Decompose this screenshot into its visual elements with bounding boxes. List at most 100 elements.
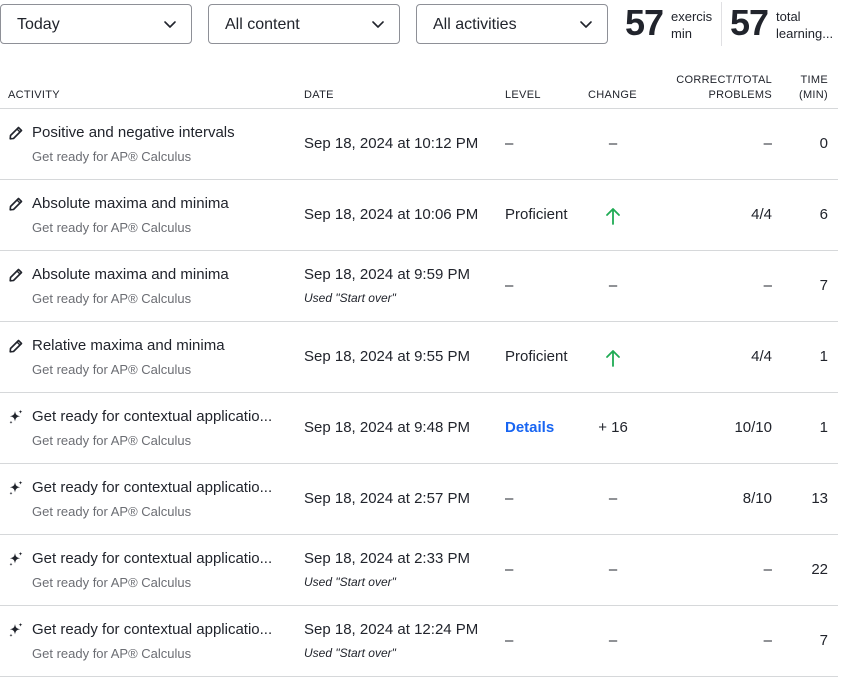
chevron-down-icon <box>580 21 592 28</box>
activity-course: Get ready for AP® Calculus <box>32 433 192 448</box>
time-minutes-value: 13 <box>811 490 828 507</box>
correct-total-value: 10/10 <box>734 419 772 436</box>
exercise-label-line2: min <box>671 26 692 41</box>
activity-change: – <box>608 135 618 152</box>
activity-level: – <box>505 277 514 294</box>
activity-title-link[interactable]: Get ready for contextual applicatio... <box>32 621 272 638</box>
pencil-icon <box>8 338 24 354</box>
activity-course: Get ready for AP® Calculus <box>32 149 192 164</box>
activity-date: Sep 18, 2024 at 2:57 PM <box>304 490 470 507</box>
correct-total-value: 4/4 <box>751 206 772 223</box>
time-minutes-value: 1 <box>819 348 828 365</box>
sparkle-icon <box>8 551 24 567</box>
table-row[interactable]: Positive and negative intervals Get ready… <box>0 109 838 180</box>
correct-total-value: 4/4 <box>751 348 772 365</box>
table-row[interactable]: Relative maxima and minima Get ready for … <box>0 322 838 393</box>
time-minutes-value: 7 <box>819 277 828 294</box>
table-row[interactable]: Get ready for contextual applicatio... Ge… <box>0 535 838 606</box>
start-over-note: Used "Start over" <box>304 575 396 589</box>
activity-title-link[interactable]: Get ready for contextual applicatio... <box>32 408 272 425</box>
chevron-down-icon <box>372 21 384 28</box>
activity-date: Sep 18, 2024 at 10:12 PM <box>304 135 479 152</box>
stat-divider <box>721 2 722 46</box>
activity-date: Sep 18, 2024 at 2:33 PM <box>304 550 470 567</box>
activity-level: Proficient <box>505 206 568 223</box>
activity-course: Get ready for AP® Calculus <box>32 646 192 661</box>
header-correct-total: CORRECT/TOTAL PROBLEMS <box>676 73 772 103</box>
activity-level: – <box>505 135 514 152</box>
table-row[interactable]: Get ready for contextual applicatio... Ge… <box>0 393 838 464</box>
activity-course: Get ready for AP® Calculus <box>32 504 192 519</box>
header-level: LEVEL <box>505 89 541 101</box>
correct-total-value: – <box>763 135 772 152</box>
activity-change: + 16 <box>598 419 628 436</box>
activity-table-body: Positive and negative intervals Get ready… <box>0 109 838 677</box>
time-minutes-value: 7 <box>819 632 828 649</box>
pencil-icon <box>8 125 24 141</box>
correct-total-value: – <box>763 632 772 649</box>
chevron-down-icon <box>164 21 176 28</box>
activity-date: Sep 18, 2024 at 9:55 PM <box>304 348 470 365</box>
activity-title-link[interactable]: Get ready for contextual applicatio... <box>32 550 272 567</box>
activity-filter-value: All activities <box>433 16 517 33</box>
activity-course: Get ready for AP® Calculus <box>32 291 192 306</box>
activity-title-link[interactable]: Relative maxima and minima <box>32 337 225 354</box>
activity-title-link[interactable]: Positive and negative intervals <box>32 124 235 141</box>
exercise-label-line1: exercis <box>671 9 713 24</box>
correct-total-value: 8/10 <box>742 490 772 507</box>
activity-date: Sep 18, 2024 at 10:06 PM <box>304 206 479 223</box>
time-minutes-value: 1 <box>819 419 828 436</box>
activity-course: Get ready for AP® Calculus <box>32 220 192 235</box>
time-minutes-value: 6 <box>819 206 828 223</box>
correct-total-value: – <box>763 277 772 294</box>
pencil-icon <box>8 267 24 283</box>
header-time-line1: TIME <box>800 74 828 86</box>
time-minutes-value: 22 <box>811 561 828 578</box>
activity-title-link[interactable]: Absolute maxima and minima <box>32 195 229 212</box>
content-filter-dropdown[interactable]: All content <box>208 4 400 44</box>
correct-total-value: – <box>763 561 772 578</box>
header-time-line2: (MIN) <box>799 89 828 101</box>
activity-level: – <box>505 490 514 507</box>
table-row[interactable]: Get ready for contextual applicatio... Ge… <box>0 464 838 535</box>
header-date: DATE <box>304 89 334 101</box>
exercise-minutes-label: exercis min <box>671 8 733 42</box>
details-link[interactable]: Details <box>505 419 554 436</box>
date-range-dropdown[interactable]: Today <box>0 4 192 44</box>
header-change: CHANGE <box>588 89 637 101</box>
activity-level: – <box>505 632 514 649</box>
table-row[interactable]: Get ready for contextual applicatio... Ge… <box>0 606 838 677</box>
pencil-icon <box>8 196 24 212</box>
activity-change: – <box>608 277 618 294</box>
table-row[interactable]: Absolute maxima and minima Get ready for … <box>0 180 838 251</box>
total-label-line2: learning... <box>776 26 834 41</box>
sparkle-icon <box>8 480 24 496</box>
total-learning-label: total learning... <box>776 8 838 42</box>
activity-course: Get ready for AP® Calculus <box>32 575 192 590</box>
activity-title-link[interactable]: Get ready for contextual applicatio... <box>32 479 272 496</box>
activity-change: – <box>608 561 618 578</box>
header-correct-line2: PROBLEMS <box>708 89 772 101</box>
table-header: ACTIVITY DATE LEVEL CHANGE CORRECT/TOTAL… <box>0 70 838 109</box>
activity-date: Sep 18, 2024 at 9:48 PM <box>304 419 470 436</box>
arrow-up-icon <box>604 206 622 226</box>
time-minutes-value: 0 <box>819 135 828 152</box>
total-label-line1: total <box>776 9 801 24</box>
sparkle-icon <box>8 409 24 425</box>
exercise-minutes-value: 57 <box>625 2 664 43</box>
activity-title-link[interactable]: Absolute maxima and minima <box>32 266 229 283</box>
table-row[interactable]: Absolute maxima and minima Get ready for … <box>0 251 838 322</box>
date-range-value: Today <box>17 16 60 33</box>
start-over-note: Used "Start over" <box>304 646 396 660</box>
activity-change: – <box>608 490 618 507</box>
header-activity: ACTIVITY <box>8 89 60 101</box>
arrow-up-icon <box>604 348 622 368</box>
filter-bar: Today All content All activities 57 exer… <box>0 0 842 50</box>
total-learning-value: 57 <box>730 2 769 43</box>
start-over-note: Used "Start over" <box>304 291 396 305</box>
activity-filter-dropdown[interactable]: All activities <box>416 4 608 44</box>
header-correct-line1: CORRECT/TOTAL <box>676 74 772 86</box>
sparkle-icon <box>8 622 24 638</box>
content-filter-value: All content <box>225 16 300 33</box>
exercise-minutes-stat: 57 exercis min <box>625 0 721 48</box>
